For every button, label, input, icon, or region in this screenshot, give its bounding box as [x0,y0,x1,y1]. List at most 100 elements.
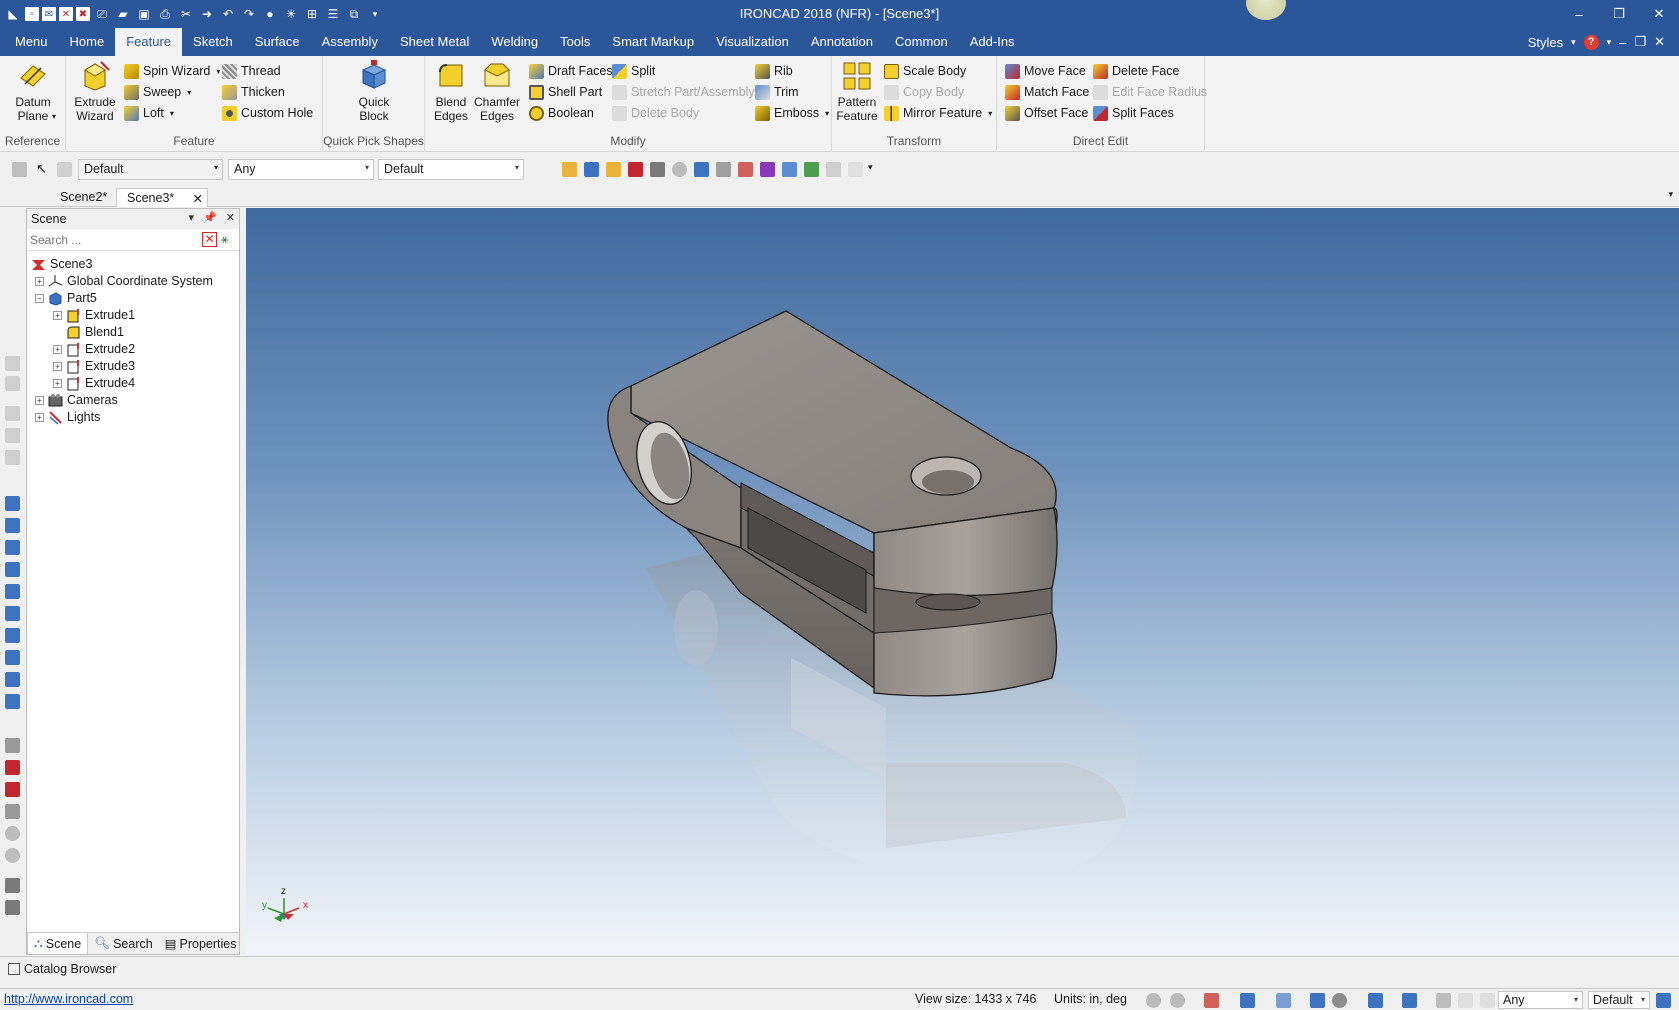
copy-body-button[interactable]: Copy Body [884,82,964,102]
tab-add-ins[interactable]: Add-Ins [959,28,1026,56]
angle-icon[interactable] [5,804,20,819]
render-icon[interactable]: ● [261,5,279,23]
tab-sketch[interactable]: Sketch [182,28,244,56]
rib-button[interactable]: Rib [755,61,793,81]
expand-icon[interactable]: + [35,395,44,405]
loft-button[interactable]: Loft ▾ [124,103,174,123]
tab-surface[interactable]: Surface [244,28,311,56]
cube-right-icon[interactable] [5,562,20,577]
print-icon[interactable]: ⎙ [156,5,174,23]
tab-menu[interactable]: Menu [0,28,59,56]
hand-icon[interactable] [1436,993,1451,1008]
tab-feature[interactable]: Feature [115,28,183,56]
collapse-icon[interactable]: − [35,293,44,303]
tree-node-lights[interactable]: + Lights [35,408,100,426]
tree-node-blend1[interactable]: Blend1 [66,323,124,341]
tree-node-global-coordinate-system[interactable]: + Global Coordinate System [35,272,213,290]
arrow-icon[interactable]: ➜ [198,5,216,23]
delete-body-button[interactable]: Delete Body [612,103,699,123]
cube-back-icon[interactable] [5,518,20,533]
pattern-feature-button[interactable]: Pattern Feature [834,60,880,123]
toolbar-overflow-icon[interactable]: ▾ [868,162,883,177]
no-entry-icon[interactable] [5,848,20,863]
tab-visualization[interactable]: Visualization [705,28,800,56]
new-icon[interactable]: ▫ [25,7,39,21]
box-icon[interactable] [782,162,797,177]
spin-wizard-button[interactable]: Spin Wizard ▾ [124,61,220,81]
delete-icon[interactable]: ✖ [76,7,90,21]
tab-assembly[interactable]: Assembly [311,28,389,56]
camera-view-icon[interactable] [5,760,20,775]
cube-iso3-icon[interactable] [5,672,20,687]
tree-node-extrude1[interactable]: + Extrude1 [53,306,135,324]
tab-home[interactable]: Home [59,28,116,56]
move-face-button[interactable]: Move Face [1005,61,1086,81]
app-icon[interactable]: ◣ [4,5,22,23]
save-disk-icon[interactable] [584,162,599,177]
edit-face-radius-button[interactable]: Edit Face Radius [1093,82,1207,102]
zoom-icon[interactable] [1146,993,1161,1008]
chamfer-edges-button[interactable]: Chamfer Edges [473,60,521,123]
mirror-feature-button[interactable]: Mirror Feature ▾ [884,103,992,123]
custom-hole-button[interactable]: Custom Hole [222,103,313,123]
grid-icon[interactable] [716,162,731,177]
restore-button[interactable]: ❐ [1599,0,1639,28]
tree-node-extrude4[interactable]: + Extrude4 [53,374,135,392]
tree-node-extrude3[interactable]: + Extrude3 [53,357,135,375]
panel-dropdown-icon[interactable]: ▾ [189,211,195,224]
orient-icon[interactable] [1276,993,1291,1008]
view-icon[interactable]: ⧉ [345,5,363,23]
zoom-window-icon[interactable] [1170,993,1185,1008]
sphere-icon[interactable] [672,162,687,177]
ribbon-close-icon[interactable]: ✕ [1654,34,1665,50]
customize-qat-icon[interactable]: ▾ [366,5,384,23]
triball-icon[interactable]: ⊞ [303,5,321,23]
scale-body-button[interactable]: Scale Body [884,61,966,81]
tab-welding[interactable]: Welding [480,28,549,56]
paint-icon[interactable] [738,162,753,177]
panel-close-icon[interactable]: ✕ [226,211,235,224]
cube-top-icon[interactable] [5,584,20,599]
clear-search-icon[interactable]: ✕ [202,232,217,247]
tab-common[interactable]: Common [884,28,959,56]
split-faces-button[interactable]: Split Faces [1093,103,1174,123]
trim-button[interactable]: Trim [755,82,799,102]
expand-icon[interactable]: + [35,276,44,286]
sweep-button[interactable]: Sweep ▾ [124,82,191,102]
expand-icon[interactable]: + [35,412,44,422]
scene-search-input[interactable] [30,232,200,247]
search-options-icon[interactable]: ⚹ [221,232,236,247]
tree-node-part5[interactable]: − Part5 [35,289,97,307]
stack-icon[interactable] [650,162,665,177]
close-button[interactable]: ✕ [1639,0,1679,28]
delete-face-button[interactable]: Delete Face [1093,61,1179,81]
minimize-button[interactable]: – [1559,0,1599,28]
cube-left-icon[interactable] [5,540,20,555]
status-style-combo[interactable]: Default ▾ [1588,991,1650,1009]
tree-node-scene3[interactable]: Scene3 [31,255,92,273]
tab-tools[interactable]: Tools [549,28,601,56]
select-filter-icon[interactable] [12,162,27,177]
tab-smart-markup[interactable]: Smart Markup [601,28,705,56]
select-part-icon[interactable] [57,162,72,177]
panel-tab-properties[interactable]: ▤ Properties [159,933,243,954]
blend-edges-button[interactable]: Blend Edges [429,60,473,123]
cube-front-icon[interactable] [5,496,20,511]
camera-icon[interactable]: ⎚ [93,5,111,23]
ribbon-minimize-icon[interactable]: – [1619,35,1626,50]
section-icon[interactable] [5,782,20,797]
doc-tab-scene3[interactable]: Scene3* ✕ [116,188,208,207]
emboss-button[interactable]: Emboss ▾ [755,103,829,123]
close-doc-icon[interactable]: ✕ [59,7,73,21]
cube-iso-icon[interactable] [5,628,20,643]
match-face-button[interactable]: Match Face [1005,82,1089,102]
measure-icon[interactable] [5,738,20,753]
color-icon[interactable] [760,162,775,177]
render-mode-icon[interactable] [1204,993,1219,1008]
text-annotation-icon[interactable] [5,878,20,893]
view-tool-5-icon[interactable] [5,450,20,465]
cube-iso2-icon[interactable] [5,650,20,665]
expand-icon[interactable]: + [53,344,62,354]
layout-icon[interactable] [1656,993,1671,1008]
view-tool-4-icon[interactable] [5,428,20,443]
